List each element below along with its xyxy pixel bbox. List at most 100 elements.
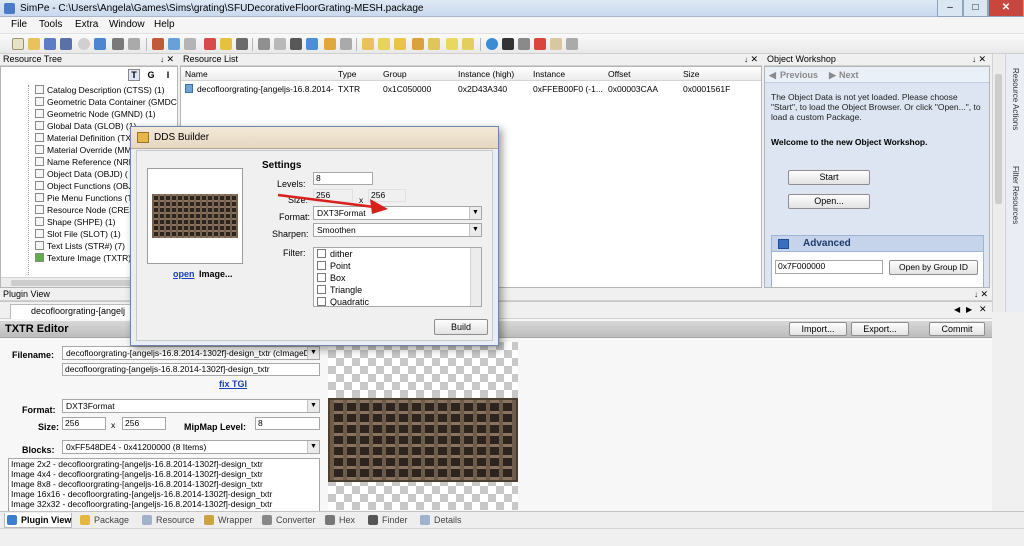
tree-item[interactable]: Shape (SHPE) (1) [35, 217, 116, 229]
close-icon[interactable]: ✕ [980, 289, 988, 300]
save-all-icon[interactable] [60, 38, 72, 50]
open-by-group-button[interactable]: Open by Group ID [889, 260, 978, 275]
list-item[interactable]: Image 4x4 - decofloorgrating-[angeljs-16… [9, 469, 319, 479]
maximize-button[interactable]: □ [963, 0, 988, 17]
format-combo[interactable]: DXT3Format ▼ [62, 399, 320, 413]
prev-icon[interactable]: ◀ [769, 70, 776, 81]
copy-icon[interactable] [274, 38, 286, 50]
group-id-input[interactable]: 0x7F000000 [775, 260, 883, 274]
tree-item[interactable]: Resource Node (CRES [35, 205, 135, 217]
tools-icon[interactable] [112, 38, 124, 50]
sticky-note-icon[interactable] [446, 38, 458, 50]
checkbox[interactable] [317, 261, 326, 270]
close-icon[interactable]: ✕ [978, 54, 986, 65]
plugin-tab[interactable]: decofloorgrating-[angelj [10, 304, 133, 319]
tree-button-t[interactable]: T [128, 69, 140, 81]
column-header[interactable]: Instance (high) [458, 69, 514, 79]
save-icon[interactable] [44, 38, 56, 50]
mipmap-image-list[interactable]: Image 2x2 - decofloorgrating-[angeljs-16… [8, 458, 320, 511]
refresh-icon[interactable] [486, 38, 498, 50]
tab-plugin-view[interactable]: Plugin View [4, 513, 73, 528]
tree-item[interactable]: Name Reference (NRE [35, 157, 134, 169]
menu-file[interactable]: File [11, 19, 27, 30]
column-header[interactable]: Type [338, 69, 356, 79]
checkbox[interactable] [317, 285, 326, 294]
column-header[interactable]: Offset [608, 69, 631, 79]
pin-icon[interactable]: ↓ [160, 54, 164, 65]
open-image-link[interactable]: open [173, 269, 195, 279]
folder-icon[interactable] [362, 38, 374, 50]
list-item[interactable]: Image 16x16 - decofloorgrating-[angeljs-… [9, 489, 319, 499]
figure-icon[interactable] [502, 38, 514, 50]
package-icon[interactable] [152, 38, 164, 50]
column-header[interactable]: Size [683, 69, 700, 79]
filter-list[interactable]: dither Point Box Triangle Quadratic [313, 247, 482, 307]
tab-prev-icon[interactable]: ◀ [954, 305, 960, 314]
menu-tools[interactable]: Tools [39, 19, 62, 30]
list-item[interactable]: Image 8x8 - decofloorgrating-[angeljs-16… [9, 479, 319, 489]
document-icon[interactable] [184, 38, 196, 50]
import-button[interactable]: Import... [789, 322, 847, 336]
levels-field[interactable]: 8 [313, 172, 373, 185]
dropdown-icon[interactable] [340, 38, 352, 50]
tree-item[interactable]: Material Override (MM [35, 145, 132, 157]
hint-icon[interactable] [394, 38, 406, 50]
tree-item[interactable]: Object Data (OBJD) ( [35, 169, 128, 181]
mipmap-field[interactable]: 8 [255, 417, 320, 430]
tree-item[interactable]: Geometric Node (GMND) (1) [35, 109, 156, 121]
import-icon[interactable] [204, 38, 216, 50]
tab-converter[interactable]: Converter [260, 513, 316, 528]
column-header[interactable]: Instance [533, 69, 565, 79]
side-tab-resource-actions[interactable]: Resource Actions [1011, 68, 1020, 130]
filter-scrollbar[interactable] [470, 248, 481, 306]
tag-icon[interactable] [236, 38, 248, 50]
sharpen-combo[interactable]: Smoothen ▼ [313, 223, 482, 237]
tab-finder[interactable]: Finder [366, 513, 408, 528]
column-header[interactable]: Name [185, 69, 208, 79]
next-icon[interactable]: ▶ [829, 70, 836, 81]
new-file-icon[interactable] [12, 38, 24, 50]
camera-icon[interactable] [290, 38, 302, 50]
advanced-header[interactable]: Advanced [771, 235, 984, 252]
tree-item[interactable]: Global Data (GLOB) (1) [35, 121, 136, 133]
menu-window[interactable]: Window [109, 19, 145, 30]
build-button[interactable]: Build [434, 319, 488, 335]
fix-tgi-link[interactable]: fix TGI [219, 379, 247, 389]
close-icon[interactable]: ✕ [750, 54, 758, 65]
dropdown-icon[interactable] [566, 38, 578, 50]
wrench-icon[interactable] [518, 38, 530, 50]
side-tab-filter-resources[interactable]: Filter Resources [1011, 166, 1020, 224]
tree-item[interactable]: Texture Image (TXTR) [35, 253, 131, 265]
filter-option-quadratic[interactable]: Quadratic [317, 297, 369, 306]
list-item[interactable]: Image 32x32 - decofloorgrating-[angeljs-… [9, 499, 319, 509]
cut-icon[interactable] [258, 38, 270, 50]
scissors-icon[interactable] [534, 38, 546, 50]
tab-next-icon[interactable]: ▶ [966, 305, 972, 314]
filename-combo[interactable]: decofloorgrating-[angeljs-16.8.2014-1302… [62, 346, 320, 360]
menu-help[interactable]: Help [154, 19, 175, 30]
pin-icon[interactable]: ↓ [972, 54, 976, 65]
tab-wrapper[interactable]: Wrapper [202, 513, 252, 528]
tab-close-icon[interactable]: ✕ [979, 304, 987, 315]
list-item[interactable]: Image 2x2 - decofloorgrating-[angeljs-16… [9, 459, 319, 469]
tab-package[interactable]: Package [78, 513, 129, 528]
tree-button-i[interactable]: I [162, 69, 174, 81]
tree-item[interactable]: Object Functions (OBJ [35, 181, 133, 193]
blocks-combo[interactable]: 0xFF548DE4 - 0x41200000 (8 Items) ▼ [62, 440, 320, 454]
size-width-field[interactable]: 256 [62, 417, 106, 430]
note-icon[interactable] [378, 38, 390, 50]
tree-item[interactable]: Text Lists (STR#) (7) [35, 241, 125, 253]
next-button[interactable]: Next [839, 70, 859, 80]
checkbox[interactable] [317, 273, 326, 282]
checkbox[interactable] [317, 297, 326, 306]
open-folder-icon[interactable] [28, 38, 40, 50]
tree-item[interactable]: Material Definition (TXM [35, 133, 138, 145]
star-icon[interactable] [220, 38, 232, 50]
menu-extra[interactable]: Extra [75, 19, 98, 30]
close-file-icon[interactable] [78, 38, 90, 50]
close-button[interactable]: ✕ [988, 0, 1024, 17]
pin-icon[interactable]: ↓ [974, 289, 978, 300]
tree-item[interactable]: Pie Menu Functions (T [35, 193, 133, 205]
globe-icon[interactable] [94, 38, 106, 50]
start-button[interactable]: Start [788, 170, 870, 185]
